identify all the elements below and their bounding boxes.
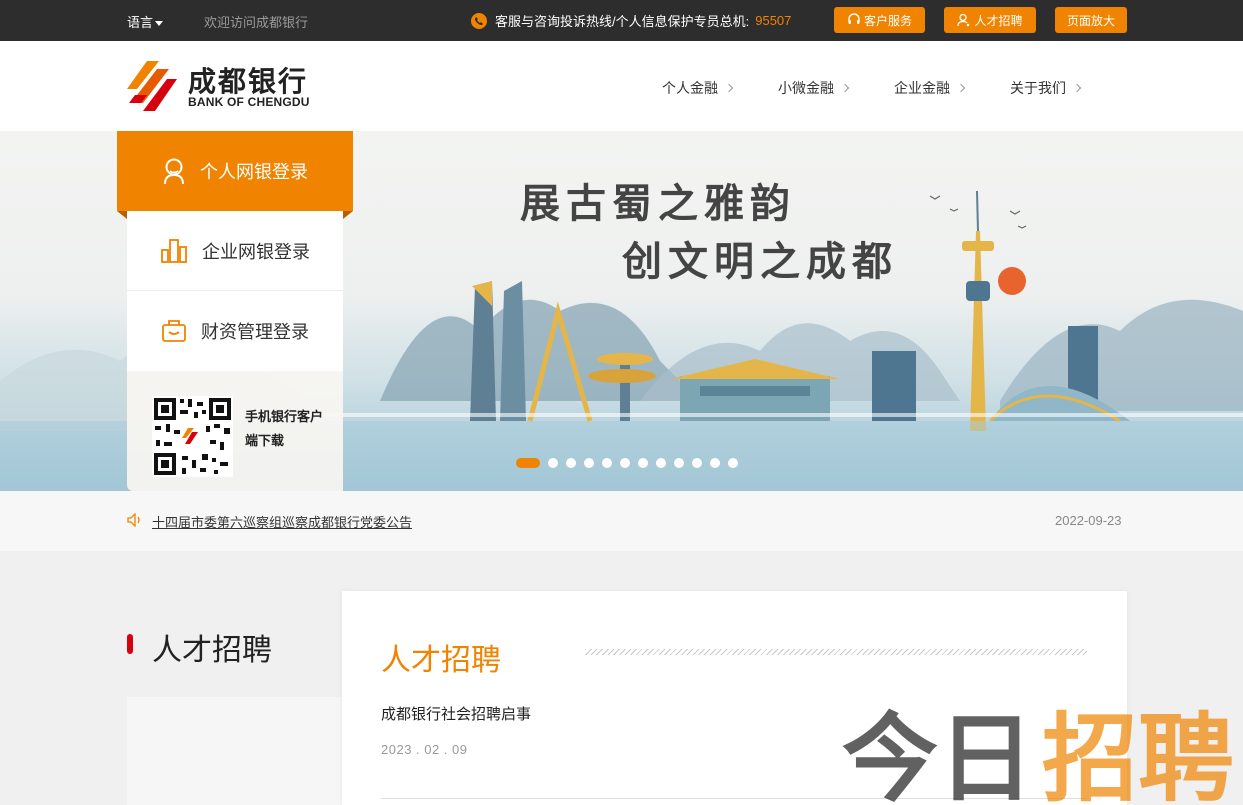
decorative-divider	[585, 649, 1087, 655]
customer-service-button[interactable]: 客户服务	[834, 7, 925, 33]
page-zoom-button[interactable]: 页面放大	[1055, 7, 1127, 33]
user-icon	[957, 13, 970, 27]
personal-ebank-login-button[interactable]: 个人网银登录	[117, 131, 353, 219]
hotline-number[interactable]: 95507	[755, 13, 791, 28]
speaker-icon	[127, 513, 140, 527]
section-marker	[127, 634, 133, 654]
nav-about-us[interactable]: 关于我们	[1010, 78, 1082, 98]
logo-chinese-name: 成都银行	[188, 66, 309, 97]
carousel-dot[interactable]	[656, 458, 666, 468]
wealth-login-label: 财资管理登录	[201, 322, 309, 342]
notice-bar: 十四届市委第六巡察组巡察成都银行党委公告 2022-09-23	[0, 491, 1243, 551]
chevron-right-icon	[956, 83, 966, 93]
mobile-app-download[interactable]: 手机银行客户端下载	[127, 371, 343, 491]
chevron-right-icon	[724, 83, 734, 93]
carousel-dot[interactable]	[566, 458, 576, 468]
corporate-login-label: 企业网银登录	[202, 241, 310, 262]
phone-icon	[471, 12, 487, 29]
chevron-right-icon	[840, 83, 850, 93]
section-title: 人才招聘	[152, 634, 272, 667]
carousel-dot[interactable]	[710, 458, 720, 468]
nav-corporate-finance[interactable]: 企业金融	[894, 78, 966, 98]
briefcase-icon	[162, 320, 186, 342]
logo-english-name: BANK OF CHENGDU	[188, 95, 310, 109]
language-selector[interactable]: 语言	[127, 12, 164, 31]
nav-personal-finance[interactable]: 个人金融	[662, 78, 734, 98]
caret-down-icon	[155, 21, 164, 27]
carousel-indicators	[516, 458, 746, 468]
nav-label: 小微金融	[778, 80, 834, 96]
carousel-dot[interactable]	[728, 458, 738, 468]
welcome-text: 欢迎访问成都银行	[204, 15, 309, 30]
nav-micro-finance[interactable]: 小微金融	[778, 78, 850, 98]
carousel-dot[interactable]	[692, 458, 702, 468]
header: 成都银行 BANK OF CHENGDU 个人金融 小微金融 企业金融 关于我们	[0, 41, 1243, 131]
bank-logo-icon[interactable]	[127, 59, 177, 113]
personal-login-label: 个人网银登录	[200, 162, 308, 182]
wealth-management-login-button[interactable]: 财资管理登录	[127, 291, 343, 371]
section-sidebar-panel	[127, 697, 342, 805]
carousel-dot[interactable]	[674, 458, 684, 468]
recruit-label: 人才招聘	[974, 13, 1023, 28]
corporate-ebank-login-button[interactable]: 企业网银登录	[127, 211, 343, 291]
user-outline-icon	[164, 158, 184, 185]
customer-service-label: 客户服务	[863, 13, 912, 28]
carousel-dot[interactable]	[584, 458, 594, 468]
building-chart-icon	[161, 238, 187, 263]
carousel-dot[interactable]	[638, 458, 648, 468]
qr-code-icon[interactable]	[152, 396, 233, 477]
notice-date: 2022-09-23	[1055, 513, 1122, 528]
carousel-dot[interactable]	[548, 458, 558, 468]
carousel-dot[interactable]	[602, 458, 612, 468]
hotline-label: 客服与咨询投诉热线/个人信息保护专员总机:	[495, 14, 750, 29]
card-title: 人才招聘	[381, 644, 501, 677]
page-zoom-label: 页面放大	[1066, 13, 1115, 28]
top-bar: 语言 欢迎访问成都银行 客服与咨询投诉热线/个人信息保护专员总机: 95507 …	[0, 0, 1243, 41]
carousel-dot[interactable]	[620, 458, 630, 468]
news-item-date: 2023 . 02 . 09	[381, 742, 468, 757]
news-item-title[interactable]: 成都银行社会招聘启事	[381, 703, 531, 724]
watermark-text-1: 今日	[842, 703, 1034, 805]
nav-label: 企业金融	[894, 80, 950, 96]
app-download-label: 手机银行客户端下载	[245, 409, 324, 448]
chevron-right-icon	[1072, 83, 1082, 93]
banner-slogan-line2: 创文明之成都	[622, 238, 898, 285]
carousel-dot[interactable]	[516, 458, 540, 468]
watermark-logo: 今日 招聘	[842, 703, 1234, 805]
headset-icon	[848, 13, 860, 24]
recruit-button[interactable]: 人才招聘	[944, 7, 1036, 33]
banner-slogan-line1: 展古蜀之雅韵	[520, 180, 796, 227]
nav-label: 个人金融	[662, 80, 718, 96]
language-label: 语言	[127, 15, 154, 30]
nav-label: 关于我们	[1010, 80, 1066, 96]
hotline: 客服与咨询投诉热线/个人信息保护专员总机: 95507	[471, 11, 791, 30]
watermark-text-2: 招聘	[1042, 703, 1234, 805]
notice-link[interactable]: 十四届市委第六巡察组巡察成都银行党委公告	[152, 512, 412, 531]
